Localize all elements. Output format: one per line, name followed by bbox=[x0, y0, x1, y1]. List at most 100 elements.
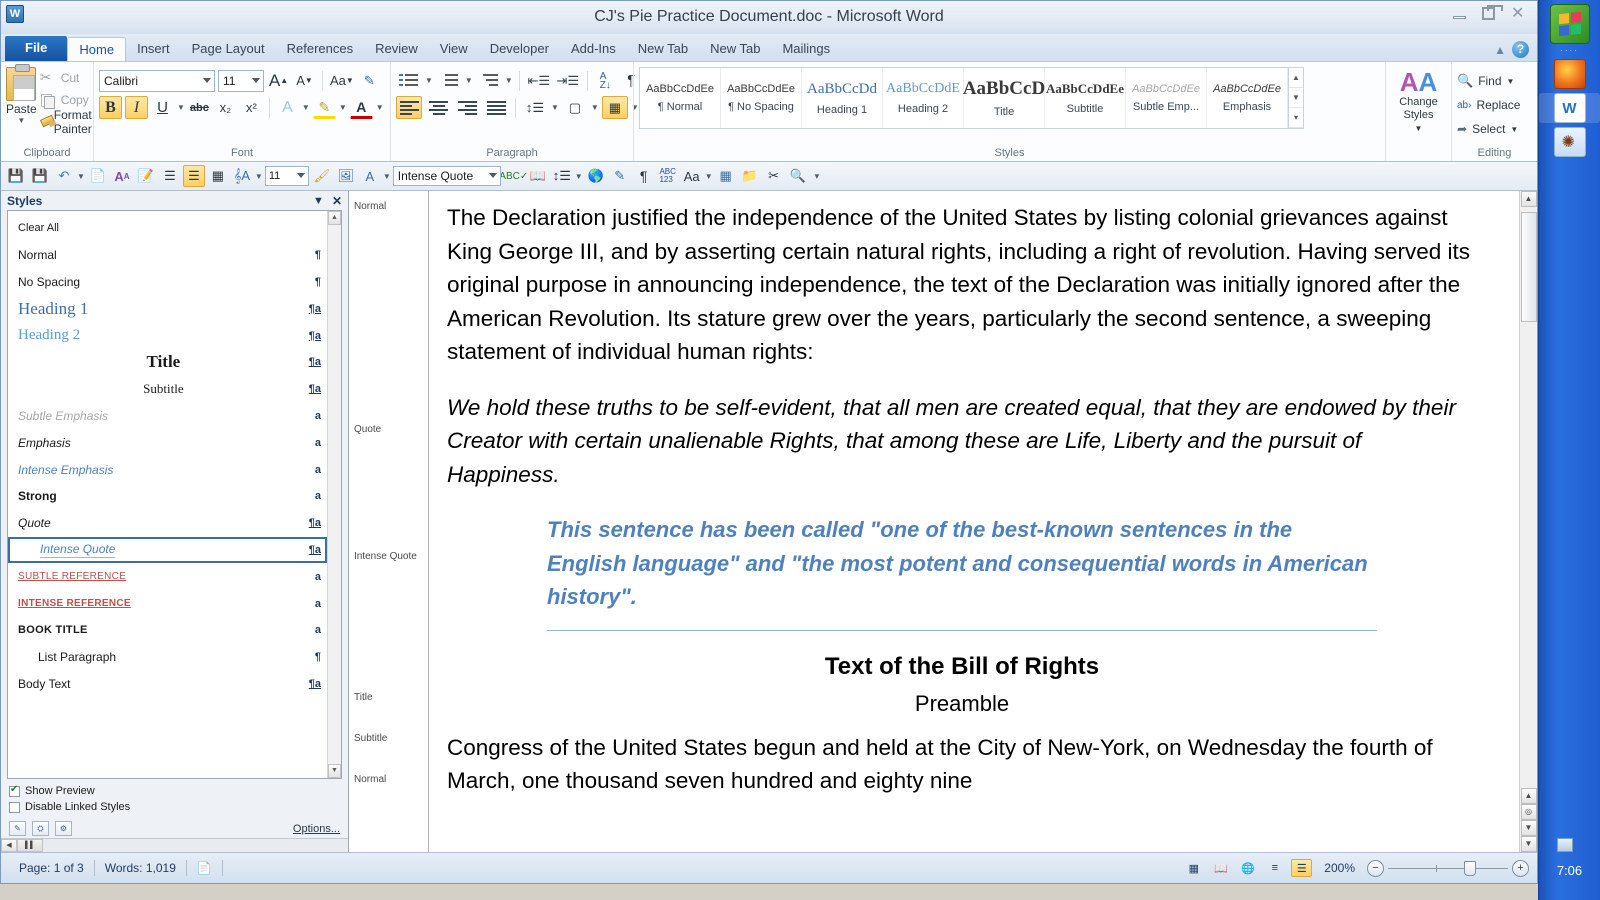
styles-options-link[interactable]: Options... bbox=[293, 823, 340, 835]
sort-icon[interactable]: AZ↓ bbox=[594, 69, 617, 92]
word-count[interactable]: Words: 1,019 bbox=[95, 861, 186, 875]
chevron-down-icon[interactable] bbox=[489, 173, 497, 178]
tab-home[interactable]: Home bbox=[67, 37, 126, 61]
chevron-down-icon[interactable]: ▼ bbox=[425, 76, 433, 85]
style-item-heading-1[interactable]: Heading 1 ¶a bbox=[8, 295, 327, 322]
font-color-icon[interactable]: A bbox=[359, 165, 381, 187]
tab-mailings[interactable]: Mailings bbox=[771, 37, 841, 61]
tab-references[interactable]: References bbox=[276, 37, 364, 61]
style-item-subtitle[interactable]: Subtitle ¶a bbox=[8, 376, 327, 403]
line-spacing-icon[interactable]: ↕☰ bbox=[522, 96, 548, 119]
chevron-down-icon[interactable]: ▼ bbox=[575, 172, 583, 181]
scroll-left-icon[interactable]: ◀ bbox=[1, 839, 17, 852]
style-item-list-paragraph[interactable]: List Paragraph ¶ bbox=[8, 644, 327, 671]
abc-123-icon[interactable]: ABC123 bbox=[657, 165, 679, 187]
cut-icon[interactable]: ✂ bbox=[763, 165, 785, 187]
toolbar-overflow-icon[interactable]: ▾ bbox=[815, 171, 820, 182]
gallery-item-normal[interactable]: AaBbCcDdEe ¶ Normal bbox=[640, 68, 721, 128]
close-button[interactable]: ✕ bbox=[1509, 5, 1531, 23]
replace-button[interactable]: ab› Replace bbox=[1457, 93, 1520, 117]
windows-start-icon[interactable] bbox=[1550, 4, 1590, 44]
proofing-errors-icon[interactable]: 📄 bbox=[187, 861, 222, 875]
scroll-up-icon[interactable]: ▲ bbox=[328, 211, 341, 225]
collapse-ribbon-icon[interactable]: ▲ bbox=[1494, 43, 1506, 57]
style-item-intense-reference[interactable]: INTENSE REFERENCE a bbox=[8, 590, 327, 617]
increase-indent-icon[interactable]: ⇥☰ bbox=[555, 69, 581, 92]
chevron-down-icon[interactable]: ▼ bbox=[505, 76, 513, 85]
chevron-down-icon[interactable] bbox=[297, 173, 305, 178]
line-spacing-icon[interactable]: ↕☰ bbox=[551, 165, 573, 187]
pane-horizontal-scroll[interactable]: ◀ ▌▌ bbox=[1, 838, 348, 852]
shrink-font-button[interactable]: A▼ bbox=[293, 69, 316, 92]
help-icon[interactable]: ? bbox=[1512, 41, 1529, 58]
style-item-title[interactable]: Title ¶a bbox=[8, 349, 327, 376]
change-case-button[interactable]: Aa▼ bbox=[329, 69, 355, 92]
underline-button[interactable]: U bbox=[151, 96, 174, 119]
zoom-level[interactable]: 200% bbox=[1318, 861, 1361, 875]
tab-new-tab-2[interactable]: New Tab bbox=[699, 37, 771, 61]
disable-linked-styles-checkbox[interactable] bbox=[9, 802, 20, 813]
tab-developer[interactable]: Developer bbox=[479, 37, 560, 61]
font-color-button[interactable]: A bbox=[350, 96, 373, 119]
paste-button[interactable]: Paste ▼ bbox=[6, 65, 37, 125]
print-layout-icon[interactable]: ▦ bbox=[1183, 859, 1204, 877]
toolbar-style-combobox[interactable]: Intense Quote bbox=[393, 166, 501, 186]
align-right-icon[interactable] bbox=[454, 96, 480, 119]
style-item-no-spacing[interactable]: No Spacing ¶ bbox=[8, 269, 327, 296]
style-item-heading-2[interactable]: Heading 2 ¶a bbox=[8, 322, 327, 349]
zoom-track[interactable] bbox=[1388, 868, 1508, 869]
highlight-button[interactable]: ✎ bbox=[313, 96, 336, 119]
chevron-down-icon[interactable]: ▼ bbox=[465, 76, 473, 85]
find-button[interactable]: 🔍 Find ▼ bbox=[1457, 69, 1514, 93]
find-icon[interactable]: 🔍 bbox=[787, 165, 809, 187]
h-scroll-thumb[interactable]: ▌▌ bbox=[17, 839, 43, 852]
chevron-down-icon[interactable]: ▼ bbox=[77, 172, 85, 181]
new-style-icon[interactable]: ✎ bbox=[9, 821, 26, 836]
paragraph-congress[interactable]: Congress of the United States begun and … bbox=[447, 731, 1477, 798]
clear-formatting-icon[interactable]: ✎ bbox=[609, 165, 631, 187]
superscript-button[interactable]: x² bbox=[240, 96, 263, 119]
insert-picture-icon[interactable]: 🖼 bbox=[335, 165, 357, 187]
style-inspector-icon[interactable]: ⛭ bbox=[32, 821, 49, 836]
style-item-emphasis[interactable]: Emphasis a bbox=[8, 429, 327, 456]
chevron-down-icon[interactable] bbox=[252, 78, 260, 83]
shading-icon[interactable]: ▢ bbox=[562, 96, 588, 119]
gallery-item-heading-1[interactable]: AaBbCcDd Heading 1 bbox=[802, 68, 883, 128]
zoom-slider[interactable]: − + bbox=[1367, 860, 1529, 877]
bullets-icon[interactable] bbox=[396, 69, 422, 92]
zoom-in-button[interactable]: + bbox=[1512, 860, 1529, 877]
v-scroll-thumb[interactable] bbox=[1521, 212, 1537, 322]
styles-pane-scrollbar[interactable]: ▲ ▼ bbox=[327, 211, 341, 778]
gallery-scroll-down-icon[interactable]: ▼ bbox=[1289, 88, 1303, 108]
web-layout-icon[interactable]: 🌐 bbox=[1237, 859, 1258, 877]
show-preview-row[interactable]: Show Preview bbox=[9, 783, 340, 799]
text-effects-icon[interactable]: 𝄞A bbox=[231, 165, 253, 187]
spelling-grammar-icon[interactable]: ABC✓ bbox=[503, 165, 525, 187]
cut-button[interactable]: Cut bbox=[37, 68, 102, 88]
taskbar-word-item[interactable]: W bbox=[1539, 93, 1600, 123]
style-item-normal[interactable]: Normal ¶ bbox=[8, 242, 327, 269]
font-family-combobox[interactable]: Calibri bbox=[99, 70, 215, 92]
style-item-quote[interactable]: Quote ¶a bbox=[8, 510, 327, 537]
insert-table-icon[interactable]: ▦ bbox=[715, 165, 737, 187]
copy-button[interactable]: Copy bbox=[37, 90, 102, 110]
gallery-more-icon[interactable]: ▾ bbox=[1289, 108, 1303, 128]
font-size-combobox[interactable]: 11 bbox=[218, 70, 264, 92]
gallery-item-subtitle[interactable]: AaBbCcDdEe Subtitle bbox=[1045, 68, 1126, 128]
justify-icon[interactable] bbox=[483, 96, 509, 119]
scroll-up-icon[interactable]: ▲ bbox=[1521, 191, 1537, 207]
chevron-down-icon[interactable]: ▼ bbox=[551, 103, 559, 112]
draft-icon[interactable]: ☰ bbox=[1291, 859, 1312, 877]
disable-linked-styles-row[interactable]: Disable Linked Styles bbox=[9, 799, 340, 815]
hyperlink-icon[interactable]: 🌎 bbox=[585, 165, 607, 187]
gallery-scroll-up-icon[interactable]: ▲ bbox=[1289, 68, 1303, 88]
scroll-down-icon[interactable]: ▼ bbox=[328, 764, 341, 778]
paragraph-declaration[interactable]: The Declaration justified the independen… bbox=[447, 201, 1477, 369]
align-left-icon[interactable]: ☰ bbox=[183, 165, 205, 187]
justify-icon[interactable]: ☰ bbox=[159, 165, 181, 187]
italic-button[interactable]: I bbox=[125, 96, 148, 119]
format-painter-icon[interactable]: 🖌 bbox=[311, 165, 333, 187]
text-effects-button[interactable]: A bbox=[276, 96, 299, 119]
tab-page-layout[interactable]: Page Layout bbox=[181, 37, 276, 61]
page-indicator[interactable]: Page: 1 of 3 bbox=[9, 861, 94, 875]
